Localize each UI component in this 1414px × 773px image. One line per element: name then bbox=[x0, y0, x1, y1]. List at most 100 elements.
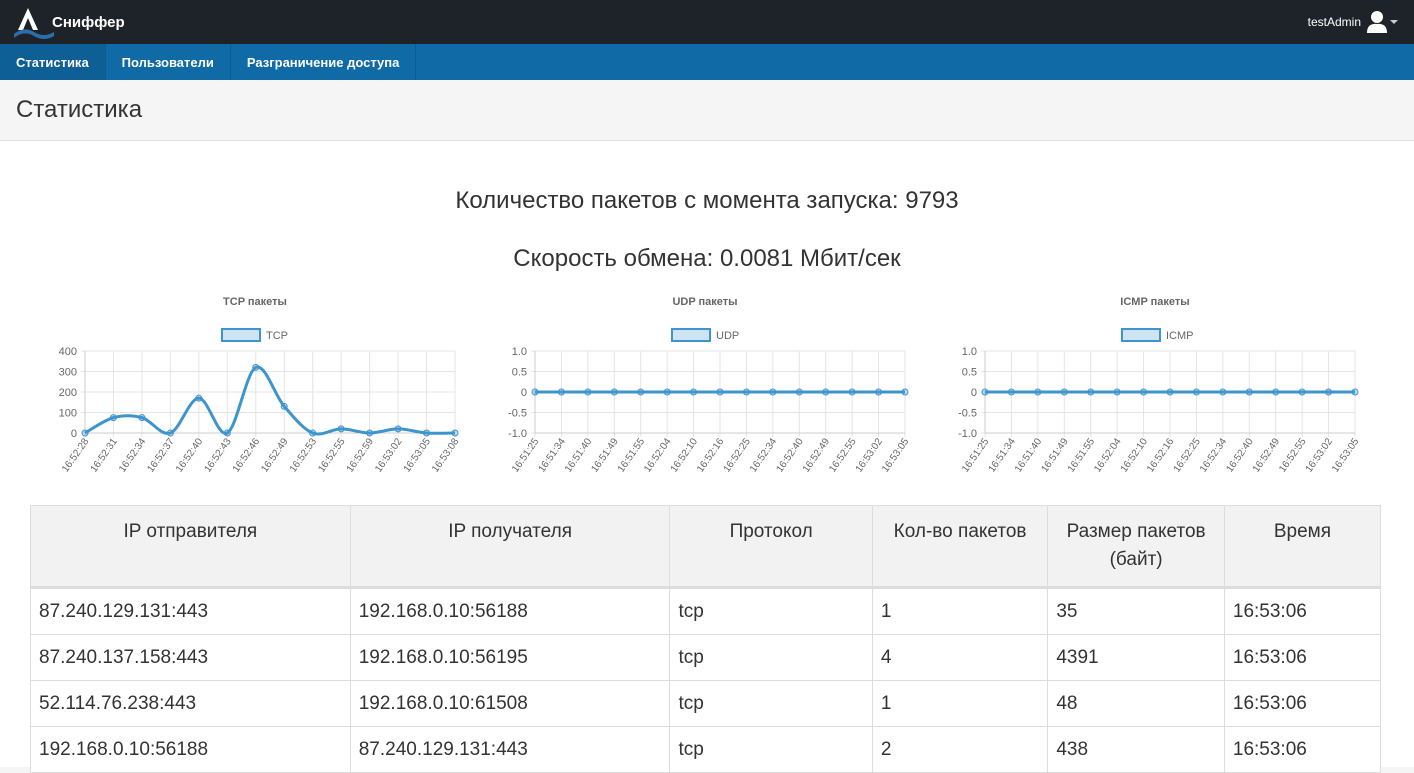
cell-protocol: tcp bbox=[669, 587, 873, 635]
cell-time: 16:53:06 bbox=[1223, 634, 1382, 681]
data-point bbox=[1325, 388, 1333, 396]
cell-receiver-ip: 192.168.0.10:56195 bbox=[349, 634, 671, 681]
data-point bbox=[716, 388, 724, 396]
cell-sender-ip: 87.240.129.131:443 bbox=[30, 587, 351, 635]
table-row: 192.168.0.10:56188 87.240.129.131:443 tc… bbox=[30, 726, 1382, 773]
cell-time: 16:53:06 bbox=[1223, 726, 1382, 773]
main-content: Количество пакетов с момента запуска: 97… bbox=[0, 141, 1414, 773]
y-tick-label: 0 bbox=[971, 387, 977, 399]
data-point bbox=[610, 388, 618, 396]
y-tick-label: 200 bbox=[59, 387, 77, 399]
data-point bbox=[1034, 388, 1042, 396]
cell-packet-size: 4391 bbox=[1047, 634, 1225, 681]
traffic-table: IP отправителя IP получателя Протокол Ко… bbox=[30, 505, 1382, 773]
cell-receiver-ip: 192.168.0.10:56188 bbox=[349, 587, 671, 635]
y-tick-label: 100 bbox=[59, 408, 77, 420]
x-tick-label: 16:53:05 bbox=[880, 436, 910, 475]
col-protocol[interactable]: Протокол bbox=[669, 505, 873, 589]
data-point bbox=[1113, 388, 1121, 396]
data-point bbox=[1087, 388, 1095, 396]
packet-count-text: Количество пакетов с момента запуска: 97… bbox=[455, 187, 959, 214]
series-line bbox=[84, 365, 456, 436]
data-point bbox=[557, 388, 565, 396]
col-time[interactable]: Время bbox=[1223, 505, 1382, 589]
data-point bbox=[109, 414, 117, 422]
cell-packet-count: 1 bbox=[871, 680, 1049, 727]
data-point bbox=[138, 414, 146, 422]
x-tick-label: 16:53:02 bbox=[373, 436, 405, 475]
col-sender-ip[interactable]: IP отправителя bbox=[30, 505, 351, 589]
top-bar: Сниффер testAdmin bbox=[0, 0, 1414, 44]
cell-packet-size: 35 bbox=[1047, 587, 1225, 635]
cell-sender-ip: 87.240.137.158:443 bbox=[30, 634, 351, 681]
legend-label: TCP bbox=[266, 330, 288, 342]
exchange-speed-text: Скорость обмена: 0.0081 Мбит/сек bbox=[513, 245, 901, 272]
chart-title: UDP пакеты bbox=[672, 296, 737, 308]
x-tick-label: 16:52:34 bbox=[117, 436, 149, 475]
cell-receiver-ip: 192.168.0.10:61508 bbox=[349, 680, 671, 727]
data-point bbox=[1060, 388, 1068, 396]
data-point bbox=[394, 425, 402, 433]
data-point bbox=[223, 429, 231, 437]
legend-swatch bbox=[671, 328, 711, 342]
data-point bbox=[1245, 388, 1253, 396]
data-point bbox=[1140, 388, 1148, 396]
chart-svg: ICMP пакетыICMP1.00.50-0.5-1.016:51:2516… bbox=[958, 296, 1362, 475]
cell-sender-ip: 52.114.76.238:443 bbox=[30, 680, 351, 727]
data-point bbox=[1007, 388, 1015, 396]
chevron-down-icon bbox=[1390, 20, 1398, 24]
data-point bbox=[637, 388, 645, 396]
data-point bbox=[1219, 388, 1227, 396]
cell-packet-count: 2 bbox=[871, 726, 1049, 773]
col-packet-count[interactable]: Кол-во пакетов bbox=[871, 505, 1049, 589]
cell-receiver-ip: 87.240.129.131:443 bbox=[349, 726, 671, 773]
y-tick-label: 300 bbox=[59, 367, 77, 379]
cell-protocol: tcp bbox=[669, 680, 873, 727]
y-tick-label: 0 bbox=[71, 428, 77, 440]
username: testAdmin bbox=[1307, 15, 1361, 29]
nav-item-users[interactable]: Пользователи bbox=[106, 44, 231, 80]
data-point bbox=[769, 388, 777, 396]
x-tick-label: 16:52:37 bbox=[145, 436, 177, 475]
nav-item-access-control[interactable]: Разграничение доступа bbox=[231, 44, 417, 80]
icmp-chart: ICMP пакеты ICMP 1.0 0.5 0 -0.5 -1.0 16:51:25 16… bbox=[950, 291, 1362, 496]
data-point bbox=[663, 388, 671, 396]
y-tick-label: 1.0 bbox=[962, 346, 977, 358]
chart-svg: UDP пакетыUDP1.00.50-0.5-1.016:51:2516:5… bbox=[508, 296, 912, 475]
x-tick-label: 16:52:31 bbox=[89, 436, 121, 475]
page-header: Статистика bbox=[0, 80, 1414, 141]
legend-label: UDP bbox=[716, 330, 739, 342]
cell-packet-size: 48 bbox=[1047, 680, 1225, 727]
brand[interactable]: Сниффер bbox=[14, 4, 125, 40]
main-nav: Статистика Пользователи Разграничение до… bbox=[0, 44, 1414, 80]
data-point bbox=[195, 394, 203, 402]
cell-packet-count: 4 bbox=[871, 634, 1049, 681]
x-tick-label: 16:52:46 bbox=[231, 436, 263, 475]
legend-swatch bbox=[221, 328, 261, 342]
x-tick-label: 16:53:08 bbox=[430, 436, 460, 475]
x-tick-label: 16:52:40 bbox=[174, 436, 206, 475]
user-menu[interactable]: testAdmin bbox=[1308, 0, 1398, 44]
chart-title: TCP пакеты bbox=[223, 296, 287, 308]
data-point bbox=[875, 388, 883, 396]
y-tick-label: 0 bbox=[521, 387, 527, 399]
data-point bbox=[822, 388, 830, 396]
page-title: Статистика bbox=[16, 96, 143, 123]
data-point bbox=[742, 388, 750, 396]
x-tick-label: 16:53:05 bbox=[1330, 436, 1360, 475]
data-point bbox=[795, 388, 803, 396]
y-tick-label: 400 bbox=[59, 346, 77, 358]
data-point bbox=[309, 429, 317, 437]
col-receiver-ip[interactable]: IP получателя bbox=[349, 505, 671, 589]
data-point bbox=[423, 429, 431, 437]
table-row: 87.240.137.158:443 192.168.0.10:56195 tc… bbox=[30, 634, 1382, 681]
data-point bbox=[901, 388, 909, 396]
table-row: 52.114.76.238:443 192.168.0.10:61508 tcp… bbox=[30, 680, 1382, 727]
nav-item-statistics[interactable]: Статистика bbox=[0, 44, 106, 80]
data-point bbox=[531, 388, 539, 396]
cell-time: 16:53:06 bbox=[1223, 587, 1382, 635]
x-tick-label: 16:52:53 bbox=[288, 436, 320, 475]
cell-packet-count: 1 bbox=[871, 587, 1049, 635]
col-packet-size[interactable]: Размер пакетов (байт) bbox=[1047, 505, 1225, 589]
data-point bbox=[690, 388, 698, 396]
